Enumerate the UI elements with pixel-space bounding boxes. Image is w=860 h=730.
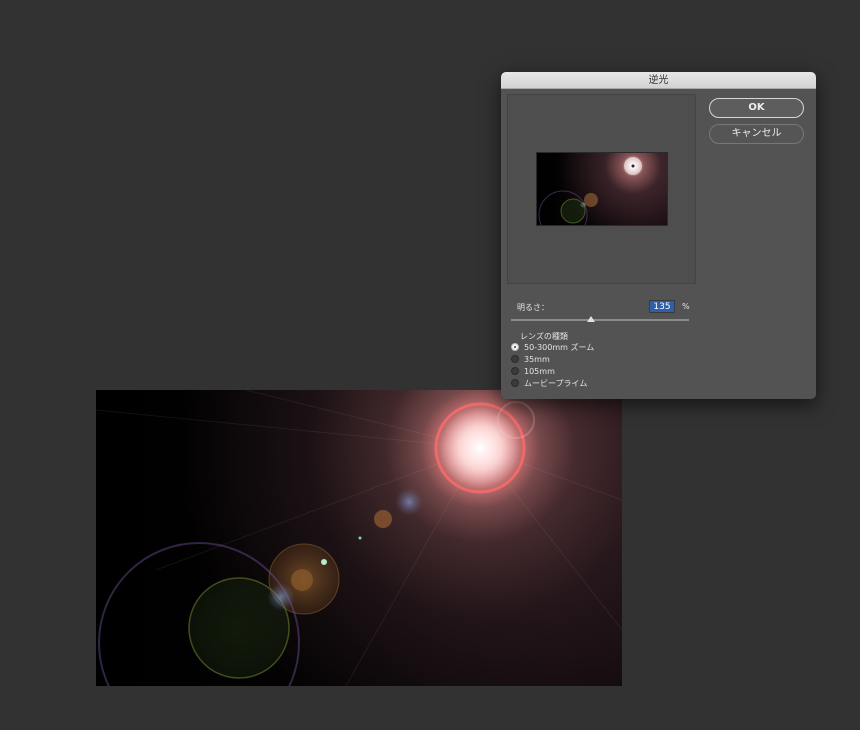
lens-option-105mm[interactable]: 105mm	[511, 366, 555, 377]
lens-flare-artwork	[96, 390, 622, 686]
lens-option-label: 105mm	[524, 367, 555, 376]
preview-frame[interactable]	[507, 94, 696, 284]
flare-orange-center	[291, 569, 313, 591]
flare-green-spark	[321, 559, 327, 565]
brightness-input[interactable]: 135	[649, 300, 675, 313]
radio-button[interactable]	[511, 354, 519, 363]
flare-blue-orb	[267, 583, 295, 611]
preview-flare-artwork	[538, 157, 642, 225]
brightness-slider-thumb[interactable]	[587, 316, 596, 322]
flare-orange-dot	[374, 510, 392, 528]
flare-core	[420, 390, 540, 508]
radio-button[interactable]	[511, 378, 519, 387]
preview-image[interactable]	[536, 152, 668, 226]
lens-type-label: レンズの種類	[520, 332, 568, 341]
lens-option-label: ムービープライム	[524, 379, 588, 388]
flare-tiny-dot	[358, 536, 362, 540]
flare-blue-disk	[395, 488, 423, 516]
radio-button[interactable]	[511, 366, 519, 375]
cancel-button[interactable]: キャンセル	[709, 124, 804, 144]
document-canvas[interactable]	[96, 390, 622, 686]
brightness-slider-track[interactable]	[511, 319, 689, 321]
lens-option-35mm[interactable]: 35mm	[511, 354, 550, 365]
radio-button[interactable]	[511, 342, 519, 351]
lens-flare-dialog: 逆光 OK キャンセル 明るさ： 135 % レンズの種類 50-300mm ズ…	[501, 72, 816, 399]
percent-label: %	[682, 302, 690, 311]
ok-button[interactable]: OK	[709, 98, 804, 118]
lens-option-movie-prime[interactable]: ムービープライム	[511, 378, 587, 389]
flare-center-marker[interactable]	[631, 164, 635, 168]
brightness-label: 明るさ：	[517, 303, 549, 312]
dialog-title: 逆光	[501, 72, 816, 89]
lens-option-50-300mm[interactable]: 50-300mm ズーム	[511, 342, 594, 353]
lens-option-label: 35mm	[524, 355, 550, 364]
lens-option-label: 50-300mm ズーム	[524, 343, 595, 352]
workspace: 逆光 OK キャンセル 明るさ： 135 % レンズの種類 50-300mm ズ…	[0, 0, 860, 730]
